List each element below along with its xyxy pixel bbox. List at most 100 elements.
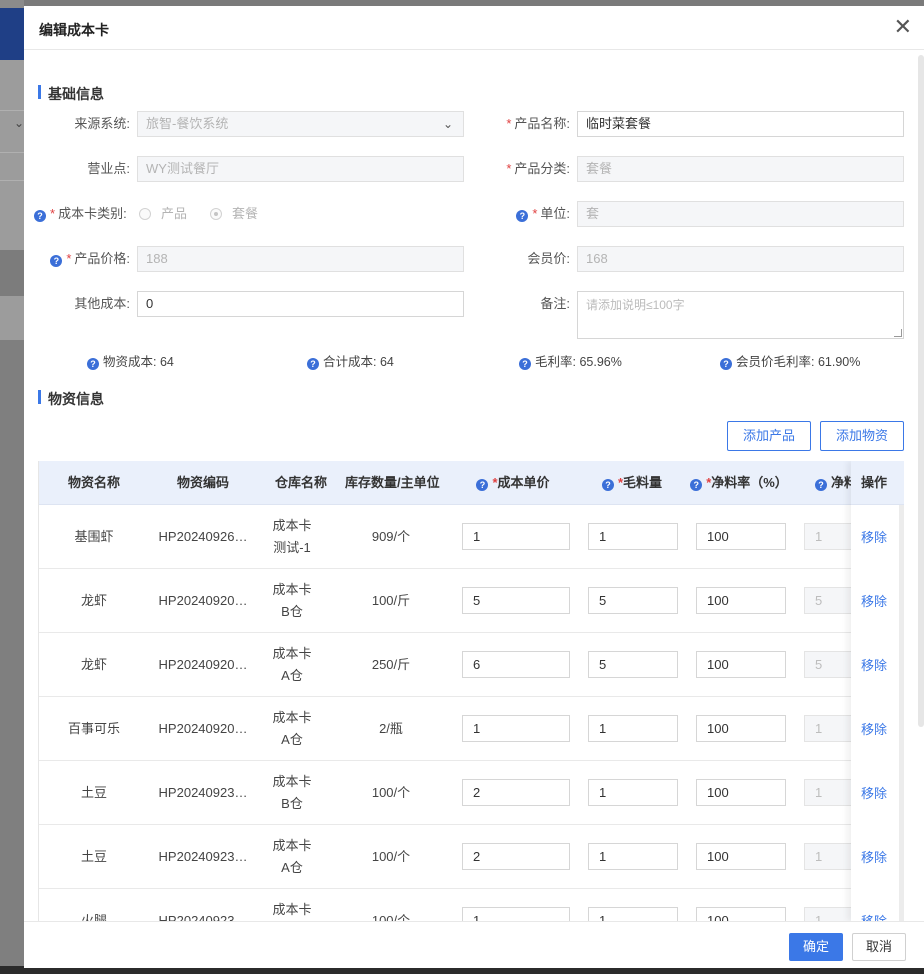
cell-stock: 100/斤 xyxy=(371,593,411,608)
table-row: 百事可乐 HP20240920… 成本卡A仓 2/瓶 1 1 100 1 xyxy=(39,697,904,761)
net-rate-input[interactable]: 100 xyxy=(696,907,786,921)
unit-input[interactable]: 套 xyxy=(577,201,904,227)
cell-material-code: HP20240926… xyxy=(158,529,248,544)
chevron-down-icon: ⌄ xyxy=(442,117,453,131)
background-divider xyxy=(0,152,24,153)
unit-cost-input[interactable]: 2 xyxy=(462,779,570,806)
dialog-scrollbar[interactable] xyxy=(918,53,924,921)
resize-handle-icon[interactable] xyxy=(894,329,902,337)
cancel-button[interactable]: 取消 xyxy=(852,933,906,961)
raw-qty-input[interactable]: 5 xyxy=(588,651,678,678)
remove-link[interactable]: 移除 xyxy=(861,847,887,866)
help-icon: ? xyxy=(815,479,827,491)
product-price-label: ? * 产品价格: xyxy=(44,246,130,272)
fixed-action-column: 操作 移除移除移除移除移除移除移除 xyxy=(851,461,904,921)
remark-textarea[interactable]: 请添加说明≤100字 xyxy=(577,291,904,339)
cell-warehouse: 成本卡测试-1 xyxy=(272,518,312,555)
remove-link[interactable]: 移除 xyxy=(861,591,887,610)
scrollbar-thumb[interactable] xyxy=(918,55,924,727)
dialog-body: 基础信息 来源系统: 旅智-餐饮系统 ⌄ * 产品名称: 临时菜套餐 营业点: W… xyxy=(24,51,924,921)
unit-cost-input[interactable]: 6 xyxy=(462,651,570,678)
product-category-input[interactable]: 套餐 xyxy=(577,156,904,182)
remove-link[interactable]: 移除 xyxy=(861,527,887,546)
background-block xyxy=(0,340,24,974)
net-qty-input[interactable]: 1 xyxy=(804,907,854,921)
cell-warehouse: 成本卡A仓 xyxy=(272,710,312,747)
raw-qty-input[interactable]: 1 xyxy=(588,907,678,921)
net-qty-input[interactable]: 1 xyxy=(804,523,854,550)
background-divider xyxy=(0,110,24,111)
help-icon: ? xyxy=(87,358,99,370)
other-cost-label: 其他成本: xyxy=(74,296,130,311)
cell-stock: 2/瓶 xyxy=(379,721,403,736)
column-header-raw-qty: ? *毛料量 xyxy=(587,461,677,505)
member-price-input[interactable]: 168 xyxy=(577,246,904,272)
add-material-button[interactable]: 添加物资 xyxy=(820,421,904,451)
confirm-button[interactable]: 确定 xyxy=(789,933,843,961)
help-icon: ? xyxy=(601,479,614,491)
cell-material-name: 基围虾 xyxy=(74,529,114,544)
cell-material-code: HP20240920… xyxy=(158,657,248,672)
source-system-value: 旅智-餐饮系统 xyxy=(146,116,229,131)
help-icon: ? xyxy=(307,358,319,370)
unit-cost-input[interactable]: 1 xyxy=(462,523,570,550)
net-rate-input[interactable]: 100 xyxy=(696,651,786,678)
remove-link[interactable]: 移除 xyxy=(861,783,887,802)
scrollbar-thumb[interactable] xyxy=(899,505,904,921)
total-cost-summary: ? 合计成本: 64 xyxy=(307,351,394,370)
gross-margin-summary: ? 毛利率: 65.96% xyxy=(519,351,622,370)
raw-qty-input[interactable]: 1 xyxy=(588,779,678,806)
raw-qty-input[interactable]: 5 xyxy=(588,587,678,614)
remove-link[interactable]: 移除 xyxy=(861,911,887,921)
table-scrollbar[interactable] xyxy=(899,505,904,921)
card-type-radio-package[interactable]: 套餐 xyxy=(210,201,258,227)
net-rate-input[interactable]: 100 xyxy=(696,715,786,742)
unit-cost-input[interactable]: 1 xyxy=(462,715,570,742)
net-qty-input[interactable]: 5 xyxy=(804,587,854,614)
help-icon: ? xyxy=(690,479,703,491)
product-category-label: * 产品分类: xyxy=(506,161,570,176)
cell-warehouse: 成本卡B仓 xyxy=(272,774,312,811)
net-rate-input[interactable]: 100 xyxy=(696,587,786,614)
source-system-select[interactable]: 旅智-餐饮系统 ⌄ xyxy=(137,111,464,137)
business-point-input[interactable]: WY测试餐厅 xyxy=(137,156,464,182)
section-title-material: 物资信息 xyxy=(38,389,104,409)
remove-link[interactable]: 移除 xyxy=(861,719,887,738)
other-cost-input[interactable]: 0 xyxy=(137,291,464,317)
add-product-button[interactable]: 添加产品 xyxy=(727,421,811,451)
remark-label: 备注: xyxy=(540,296,570,311)
section-title-basic: 基础信息 xyxy=(38,84,104,104)
cell-material-code: HP20240920… xyxy=(158,721,248,736)
column-header-net-rate: ? *净料率（%） xyxy=(684,461,794,505)
raw-qty-input[interactable]: 1 xyxy=(588,523,678,550)
close-icon[interactable]: ✕ xyxy=(894,16,912,38)
unit-cost-input[interactable]: 1 xyxy=(462,907,570,921)
net-rate-input[interactable]: 100 xyxy=(696,523,786,550)
table-row: 基围虾 HP20240926… 成本卡测试-1 909/个 1 1 100 1 xyxy=(39,505,904,569)
remove-link[interactable]: 移除 xyxy=(861,655,887,674)
card-type-label: ? * 成本卡类别: xyxy=(34,201,130,227)
table-row: 土豆 HP20240923… 成本卡A仓 100/个 2 1 100 1 xyxy=(39,825,904,889)
cell-warehouse: 成本卡B仓 xyxy=(272,902,312,917)
net-qty-input[interactable]: 5 xyxy=(804,651,854,678)
column-header-unit-cost: ? *成本单价 xyxy=(459,461,567,505)
product-name-input[interactable]: 临时菜套餐 xyxy=(577,111,904,137)
unit-label: ? * 单位: xyxy=(484,201,570,227)
card-type-radio-product[interactable]: 产品 xyxy=(139,201,187,227)
net-rate-input[interactable]: 100 xyxy=(696,843,786,870)
unit-cost-input[interactable]: 2 xyxy=(462,843,570,870)
net-qty-input[interactable]: 1 xyxy=(804,843,854,870)
product-price-input[interactable]: 188 xyxy=(137,246,464,272)
cell-warehouse: 成本卡A仓 xyxy=(272,646,312,683)
net-rate-input[interactable]: 100 xyxy=(696,779,786,806)
cell-material-name: 土豆 xyxy=(80,785,107,800)
help-icon: ? xyxy=(50,255,63,267)
net-qty-input[interactable]: 1 xyxy=(804,779,854,806)
unit-cost-input[interactable]: 5 xyxy=(462,587,570,614)
raw-qty-input[interactable]: 1 xyxy=(588,715,678,742)
product-name-label: * 产品名称: xyxy=(506,116,570,131)
edit-cost-card-dialog: 编辑成本卡 ✕ 基础信息 来源系统: 旅智-餐饮系统 ⌄ * 产品名称: 临时菜套… xyxy=(24,6,924,968)
raw-qty-input[interactable]: 1 xyxy=(588,843,678,870)
remark-placeholder: 请添加说明≤100字 xyxy=(586,298,685,312)
net-qty-input[interactable]: 1 xyxy=(804,715,854,742)
